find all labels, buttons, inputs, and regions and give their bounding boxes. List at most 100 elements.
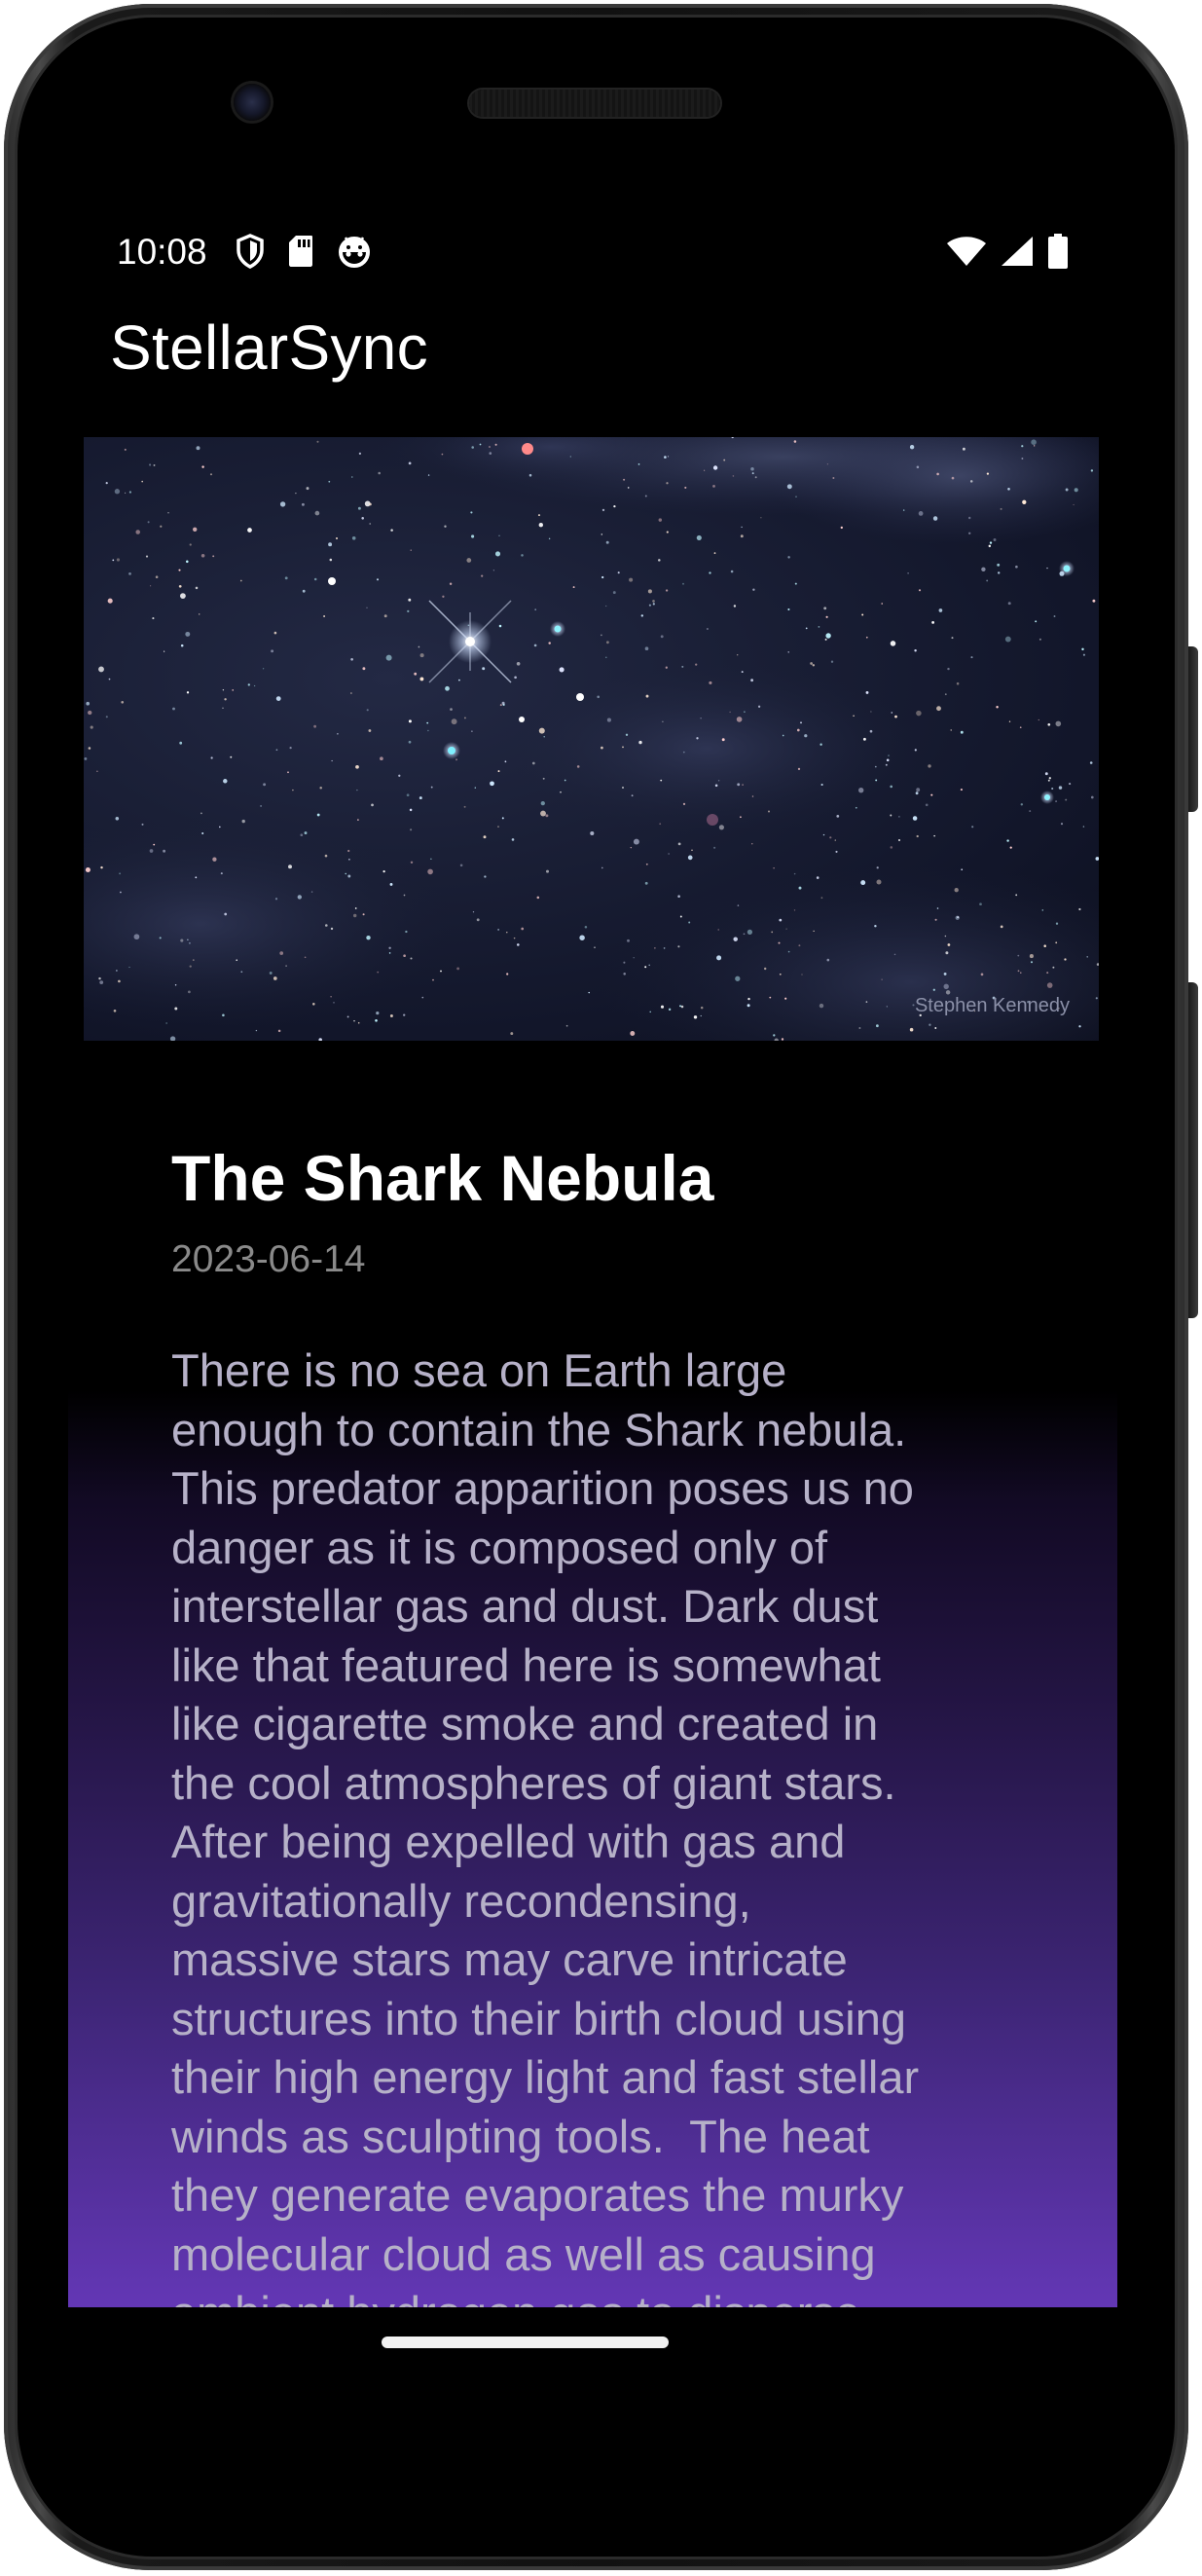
star bbox=[361, 517, 364, 520]
star bbox=[773, 1034, 776, 1037]
star bbox=[178, 584, 182, 588]
star bbox=[623, 478, 626, 481]
star bbox=[1031, 439, 1037, 445]
star bbox=[240, 971, 243, 974]
star bbox=[1053, 615, 1056, 617]
star bbox=[410, 828, 413, 831]
star bbox=[623, 973, 626, 975]
star bbox=[860, 880, 866, 886]
star bbox=[540, 810, 546, 817]
star bbox=[212, 857, 217, 862]
star bbox=[781, 1038, 784, 1041]
star bbox=[1069, 783, 1072, 786]
star bbox=[890, 785, 893, 789]
star bbox=[660, 779, 663, 782]
star bbox=[323, 615, 326, 617]
star bbox=[560, 791, 562, 793]
star bbox=[357, 1021, 360, 1024]
star bbox=[224, 912, 228, 916]
star bbox=[794, 582, 797, 585]
star bbox=[451, 718, 457, 725]
star bbox=[1007, 487, 1010, 491]
star bbox=[403, 954, 406, 958]
star bbox=[510, 1032, 514, 1036]
star bbox=[222, 689, 225, 691]
star bbox=[865, 1001, 868, 1003]
shield-icon bbox=[236, 234, 265, 269]
star bbox=[1046, 567, 1048, 570]
star bbox=[390, 529, 393, 532]
star bbox=[865, 636, 868, 639]
star bbox=[153, 843, 156, 846]
star bbox=[588, 991, 590, 994]
star bbox=[351, 476, 353, 478]
star bbox=[652, 603, 655, 606]
star bbox=[945, 990, 951, 995]
star bbox=[219, 826, 221, 828]
star bbox=[956, 681, 960, 685]
star bbox=[90, 725, 93, 729]
star bbox=[186, 691, 190, 694]
wifi-icon bbox=[946, 236, 987, 267]
star bbox=[938, 608, 943, 612]
star bbox=[304, 831, 308, 835]
star bbox=[723, 459, 726, 461]
star bbox=[418, 645, 420, 648]
star bbox=[195, 876, 198, 879]
star bbox=[631, 794, 634, 797]
star bbox=[201, 831, 204, 835]
android-debug-icon bbox=[337, 235, 372, 268]
star bbox=[534, 608, 537, 611]
star bbox=[403, 1013, 406, 1016]
star bbox=[456, 967, 459, 971]
star bbox=[421, 996, 424, 999]
star bbox=[890, 641, 896, 646]
star bbox=[1064, 958, 1067, 961]
star bbox=[663, 947, 666, 949]
star bbox=[407, 609, 410, 613]
star bbox=[133, 934, 140, 940]
star bbox=[832, 477, 835, 479]
star bbox=[742, 784, 744, 786]
star bbox=[660, 635, 664, 639]
star bbox=[826, 463, 829, 465]
star bbox=[335, 536, 339, 540]
star bbox=[355, 764, 359, 769]
article-body: There is no sea on Earth large enough to… bbox=[171, 1344, 920, 2307]
sd-card-icon bbox=[288, 235, 313, 268]
star bbox=[677, 895, 680, 898]
hero-image[interactable]: Stephen Kennedy bbox=[84, 437, 1099, 1041]
star bbox=[1073, 503, 1075, 506]
star bbox=[713, 552, 716, 554]
star bbox=[1081, 647, 1084, 651]
star bbox=[943, 972, 947, 975]
photo-credit: Stephen Kennedy bbox=[914, 995, 1070, 1016]
star bbox=[961, 868, 964, 871]
star bbox=[986, 472, 990, 475]
star bbox=[366, 709, 369, 712]
star bbox=[444, 525, 447, 528]
star bbox=[369, 523, 372, 525]
star bbox=[700, 1006, 704, 1010]
star bbox=[497, 929, 499, 931]
starfield-image bbox=[84, 437, 1099, 1041]
star bbox=[741, 671, 744, 674]
star bbox=[768, 810, 770, 813]
battery-icon bbox=[1047, 234, 1069, 269]
home-gesture-bar[interactable] bbox=[382, 2337, 669, 2348]
star bbox=[284, 576, 288, 580]
star bbox=[601, 866, 603, 869]
star bbox=[1017, 970, 1020, 973]
star bbox=[533, 644, 537, 647]
star bbox=[145, 555, 149, 558]
star bbox=[209, 473, 213, 476]
star bbox=[88, 747, 91, 750]
star bbox=[874, 924, 877, 928]
star bbox=[108, 678, 111, 681]
star bbox=[376, 1011, 380, 1015]
star bbox=[750, 467, 754, 471]
star bbox=[993, 538, 997, 541]
star bbox=[954, 888, 959, 893]
star bbox=[1090, 795, 1094, 799]
star bbox=[934, 918, 937, 921]
